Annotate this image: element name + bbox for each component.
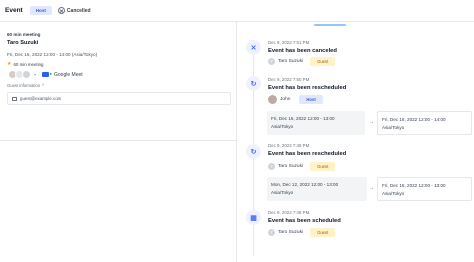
- calendar-icon: ▦: [246, 210, 261, 225]
- event-title: Event has been rescheduled: [268, 151, 347, 157]
- event-title: Event has been canceled: [268, 48, 337, 54]
- person-name: Taro Suzuki: [278, 230, 304, 235]
- host-name: Taro Suzuki: [7, 40, 39, 46]
- location-label[interactable]: Google Meet: [54, 72, 83, 78]
- time-range: Fri, Dec 16, 2022 12:00 - 13:00: [382, 183, 446, 188]
- event-person: T Taro Suzuki Guest: [268, 162, 336, 171]
- new-time: Fri, Dec 16, 2022 12:00 - 14:00 Asia/Toky…: [377, 111, 472, 135]
- duration-label: 60 min meeting: [13, 61, 44, 67]
- avatar: T: [268, 58, 275, 65]
- role-badge: Guest: [310, 228, 336, 237]
- new-time: Fri, Dec 16, 2022 12:00 - 13:00 Asia/Toky…: [377, 177, 472, 201]
- event-date: Dec 9, 2022 7:50 PM: [268, 77, 310, 82]
- event-person: T Taro Suzuki Guest: [268, 57, 336, 66]
- arrow-right-icon: →: [369, 119, 374, 125]
- event-person: T Taro Suzuki Guest: [268, 228, 336, 237]
- event-details-panel: 60 min meeting Taro Suzuki Fri, Dec 16, …: [0, 22, 236, 262]
- reschedule-icon: ↻: [246, 144, 261, 159]
- star-icon: ★: [7, 61, 12, 67]
- avatar[interactable]: [22, 70, 31, 79]
- timezone: Asia/Tokyo: [271, 124, 294, 129]
- avatar: [268, 95, 277, 104]
- time-range: Fri, Dec 16, 2022 12:00 - 13:00: [271, 116, 335, 121]
- event-date: Dec 9, 2022 7:48 PM: [268, 210, 310, 215]
- previous-time: Mon, Dec 12, 2022 12:00 - 13:00 Asia/Toky…: [267, 177, 367, 201]
- event-time: Fri, Dec 16, 2022 12:00 - 14:00 (Asia/To…: [7, 52, 98, 57]
- status-label: Cancelled: [66, 7, 91, 14]
- event-title: Event has been scheduled: [268, 218, 341, 224]
- guest-info-label: Guest information: [7, 83, 41, 88]
- timezone: Asia/Tokyo: [271, 190, 294, 195]
- avatar: T: [268, 163, 275, 170]
- event-date: Dec 9, 2022 7:51 PM: [268, 40, 310, 45]
- time-range: Mon, Dec 12, 2022 12:00 - 13:00: [271, 182, 339, 187]
- host-badge: Host: [29, 6, 52, 15]
- previous-time: Fri, Dec 16, 2022 12:00 - 13:00 Asia/Toky…: [267, 111, 365, 135]
- mail-icon: [12, 96, 17, 101]
- event-date: Dec 9, 2022 7:49 PM: [268, 143, 310, 148]
- event-title: Event has been rescheduled: [268, 85, 347, 91]
- reschedule-icon: ↻: [246, 76, 261, 91]
- event-name: 60 min meeting: [7, 32, 41, 37]
- timezone: Asia/Tokyo: [382, 125, 405, 130]
- person-name: Taro Suzuki: [278, 59, 304, 64]
- event-person: John Host: [268, 95, 323, 104]
- avatar: T: [268, 229, 275, 236]
- timezone: Asia/Tokyo: [382, 191, 405, 196]
- guest-email-field[interactable]: guest@example.com: [7, 92, 231, 105]
- tab-indicator: [314, 24, 346, 26]
- person-name: John: [280, 97, 291, 102]
- cancel-circle-icon: [57, 7, 65, 14]
- activity-timeline: ✕ Dec 9, 2022 7:51 PM Event has been can…: [237, 22, 474, 262]
- role-badge: Host: [299, 95, 323, 104]
- close-icon: ✕: [246, 40, 261, 55]
- attendees-row: ▾ Google Meet: [8, 70, 83, 79]
- guest-email: guest@example.com: [20, 96, 62, 101]
- role-badge: Guest: [310, 162, 336, 171]
- duration-row: ★ 60 min meeting: [7, 61, 44, 67]
- chevron-up-icon: ^: [42, 83, 45, 88]
- person-name: Taro Suzuki: [278, 164, 304, 169]
- role-badge: Guest: [310, 57, 336, 66]
- page-title: Event: [5, 7, 23, 14]
- arrow-right-icon: →: [369, 185, 374, 191]
- page-header: Event Host Cancelled: [0, 0, 474, 22]
- guest-info-toggle[interactable]: Guest information ^: [7, 83, 44, 88]
- video-camera-icon: [42, 72, 52, 77]
- left-lower-area: [0, 140, 236, 262]
- chevron-down-icon[interactable]: ▾: [34, 72, 36, 77]
- time-range: Fri, Dec 16, 2022 12:00 - 14:00: [382, 117, 446, 122]
- event-summary: 60 min meeting Taro Suzuki Fri, Dec 16, …: [0, 22, 236, 118]
